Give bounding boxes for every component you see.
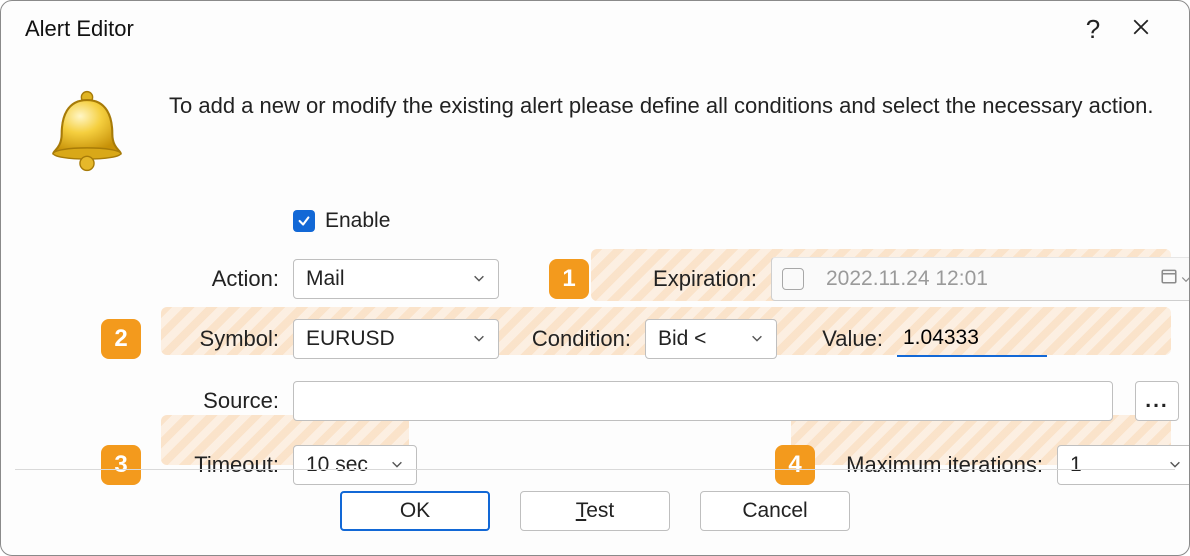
action-label: Action: <box>167 266 287 292</box>
ok-label: OK <box>400 499 430 523</box>
row-action: Action: Mail 1 Expiration: 2022.11.24 12… <box>101 251 1169 307</box>
chevron-down-icon <box>750 327 764 351</box>
browse-button[interactable]: ... <box>1135 381 1179 421</box>
expiration-checkbox[interactable] <box>782 268 804 290</box>
symbol-label: Symbol: <box>167 326 287 352</box>
close-icon <box>1132 16 1150 42</box>
annotation-2: 2 <box>101 319 141 359</box>
value-label: Value: <box>791 326 891 352</box>
dialog-footer: OK Test Cancel <box>1 467 1189 555</box>
row-symbol: 2 Symbol: EURUSD Condition: Bid < Value: <box>101 311 1169 367</box>
chevron-down-icon <box>472 327 486 351</box>
row-enable: Enable <box>101 193 1169 249</box>
calendar-button[interactable] <box>1160 267 1190 291</box>
enable-label: Enable <box>325 209 390 233</box>
symbol-value: EURUSD <box>306 327 395 351</box>
intro-text: To add a new or modify the existing aler… <box>169 93 1159 119</box>
test-label: Test <box>576 499 615 523</box>
form-area: Enable Action: Mail 1 Expiration: <box>101 193 1169 493</box>
chevron-down-icon <box>1180 267 1190 291</box>
close-button[interactable] <box>1117 11 1165 47</box>
symbol-select[interactable]: EURUSD <box>293 319 499 359</box>
browse-label: ... <box>1145 389 1169 413</box>
alert-editor-window: Alert Editor ? <box>0 0 1190 556</box>
expiration-field[interactable]: 2022.11.24 12:01 <box>771 257 1190 301</box>
test-button[interactable]: Test <box>520 491 670 531</box>
titlebar: Alert Editor ? <box>1 1 1189 53</box>
value-input[interactable] <box>897 321 1047 357</box>
annotation-1: 1 <box>549 259 589 299</box>
source-input[interactable] <box>293 381 1113 421</box>
calendar-icon <box>1160 267 1178 291</box>
condition-value: Bid < <box>658 327 706 351</box>
ok-button[interactable]: OK <box>340 491 490 531</box>
row-source: Source: ... <box>101 373 1169 429</box>
action-select[interactable]: Mail <box>293 259 499 299</box>
expiration-value: 2022.11.24 12:01 <box>826 267 1148 291</box>
expiration-label: Expiration: <box>615 266 765 292</box>
condition-select[interactable]: Bid < <box>645 319 777 359</box>
condition-label: Condition: <box>529 326 639 352</box>
help-icon: ? <box>1086 14 1100 45</box>
window-title: Alert Editor <box>25 16 1069 42</box>
cancel-button[interactable]: Cancel <box>700 491 850 531</box>
source-label: Source: <box>167 388 287 414</box>
bell-icon <box>37 81 137 181</box>
enable-checkbox[interactable] <box>293 210 315 232</box>
cancel-label: Cancel <box>742 499 807 523</box>
dialog-content: To add a new or modify the existing aler… <box>1 53 1189 467</box>
chevron-down-icon <box>472 267 486 291</box>
action-value: Mail <box>306 267 345 291</box>
help-button[interactable]: ? <box>1069 11 1117 47</box>
